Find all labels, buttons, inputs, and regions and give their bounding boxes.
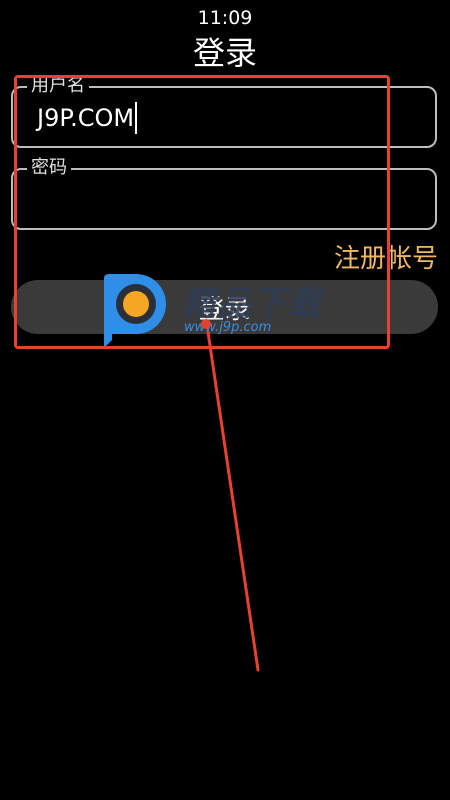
status-bar-time: 11:09 bbox=[197, 7, 253, 29]
username-field[interactable]: 用户名 J9P.COM bbox=[11, 75, 437, 148]
username-value-wrap[interactable]: J9P.COM bbox=[37, 102, 138, 134]
username-label: 用户名 bbox=[27, 75, 89, 97]
password-field[interactable]: 密码 bbox=[11, 157, 437, 230]
password-label: 密码 bbox=[27, 157, 71, 179]
login-button-label: 登录 bbox=[198, 294, 251, 325]
login-button[interactable]: 登录 bbox=[11, 280, 438, 334]
page-title: 登录 bbox=[192, 34, 257, 72]
register-account-link[interactable]: 注册帐号 bbox=[334, 238, 438, 275]
text-caret bbox=[135, 102, 138, 134]
username-value[interactable]: J9P.COM bbox=[37, 104, 134, 132]
